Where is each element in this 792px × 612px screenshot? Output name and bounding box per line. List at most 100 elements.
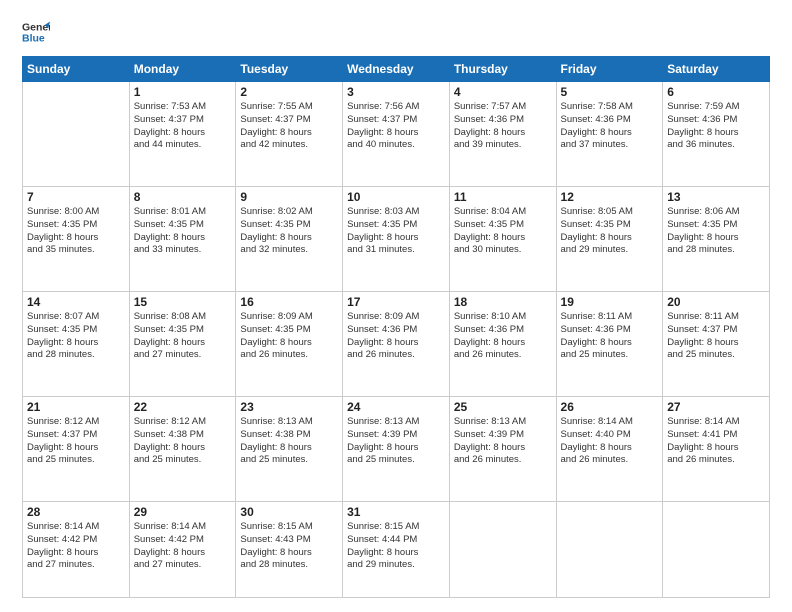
day-number: 10 bbox=[347, 190, 445, 204]
cell-info: Sunrise: 7:56 AM Sunset: 4:37 PM Dayligh… bbox=[347, 101, 445, 152]
calendar-header-wednesday: Wednesday bbox=[343, 57, 450, 82]
cell-info: Sunrise: 8:14 AM Sunset: 4:42 PM Dayligh… bbox=[27, 521, 125, 572]
day-number: 20 bbox=[667, 295, 765, 309]
calendar-cell: 9 Sunrise: 8:02 AM Sunset: 4:35 PM Daylig… bbox=[236, 186, 343, 291]
day-number: 8 bbox=[134, 190, 232, 204]
day-number: 27 bbox=[667, 400, 765, 414]
svg-text:General: General bbox=[22, 21, 50, 33]
cell-info: Sunrise: 8:02 AM Sunset: 4:35 PM Dayligh… bbox=[240, 206, 338, 257]
day-number: 22 bbox=[134, 400, 232, 414]
day-number: 21 bbox=[27, 400, 125, 414]
calendar-header-thursday: Thursday bbox=[449, 57, 556, 82]
calendar-header-row: SundayMondayTuesdayWednesdayThursdayFrid… bbox=[23, 57, 770, 82]
day-number: 17 bbox=[347, 295, 445, 309]
day-number: 3 bbox=[347, 85, 445, 99]
calendar-cell: 17Sunrise: 8:09 AM Sunset: 4:36 PM Dayli… bbox=[343, 291, 450, 396]
calendar-cell: 18 Sunrise: 8:10 AM Sunset: 4:36 PM Dayli… bbox=[449, 291, 556, 396]
day-number: 15 bbox=[134, 295, 232, 309]
calendar-header-saturday: Saturday bbox=[663, 57, 770, 82]
cell-info: Sunrise: 8:04 AM Sunset: 4:35 PM Dayligh… bbox=[454, 206, 552, 257]
calendar-cell: 31 Sunrise: 8:15 AM Sunset: 4:44 PM Dayli… bbox=[343, 501, 450, 597]
day-number: 24 bbox=[347, 400, 445, 414]
day-number: 31 bbox=[347, 505, 445, 519]
calendar-cell: 1Sunrise: 7:53 AM Sunset: 4:37 PM Daylig… bbox=[129, 82, 236, 187]
day-number: 12 bbox=[561, 190, 659, 204]
calendar-cell: 25 Sunrise: 8:13 AM Sunset: 4:39 PM Dayli… bbox=[449, 396, 556, 501]
cell-info: Sunrise: 8:05 AM Sunset: 4:35 PM Dayligh… bbox=[561, 206, 659, 257]
calendar-cell: 19Sunrise: 8:11 AM Sunset: 4:36 PM Dayli… bbox=[556, 291, 663, 396]
cell-info: Sunrise: 8:14 AM Sunset: 4:40 PM Dayligh… bbox=[561, 416, 659, 467]
day-number: 19 bbox=[561, 295, 659, 309]
calendar-cell: 21 Sunrise: 8:12 AM Sunset: 4:37 PM Dayli… bbox=[23, 396, 130, 501]
day-number: 9 bbox=[240, 190, 338, 204]
calendar-cell: 5 Sunrise: 7:58 AM Sunset: 4:36 PM Daylig… bbox=[556, 82, 663, 187]
calendar-cell: 3 Sunrise: 7:56 AM Sunset: 4:37 PM Daylig… bbox=[343, 82, 450, 187]
cell-info: Sunrise: 8:01 AM Sunset: 4:35 PM Dayligh… bbox=[134, 206, 232, 257]
logo: General Blue bbox=[22, 18, 50, 46]
cell-info: Sunrise: 8:13 AM Sunset: 4:39 PM Dayligh… bbox=[454, 416, 552, 467]
cell-info: Sunrise: 8:08 AM Sunset: 4:35 PM Dayligh… bbox=[134, 311, 232, 362]
header: General Blue bbox=[22, 18, 770, 46]
calendar-cell: 13 Sunrise: 8:06 AM Sunset: 4:35 PM Dayli… bbox=[663, 186, 770, 291]
calendar-cell: 12 Sunrise: 8:05 AM Sunset: 4:35 PM Dayli… bbox=[556, 186, 663, 291]
calendar-cell: 4 Sunrise: 7:57 AM Sunset: 4:36 PM Daylig… bbox=[449, 82, 556, 187]
calendar-cell: 8 Sunrise: 8:01 AM Sunset: 4:35 PM Daylig… bbox=[129, 186, 236, 291]
calendar-cell bbox=[23, 82, 130, 187]
day-number: 7 bbox=[27, 190, 125, 204]
calendar-cell: 23 Sunrise: 8:13 AM Sunset: 4:38 PM Dayli… bbox=[236, 396, 343, 501]
calendar-week-2: 7 Sunrise: 8:00 AM Sunset: 4:35 PM Daylig… bbox=[23, 186, 770, 291]
day-number: 11 bbox=[454, 190, 552, 204]
calendar-cell: 14Sunrise: 8:07 AM Sunset: 4:35 PM Dayli… bbox=[23, 291, 130, 396]
day-number: 16 bbox=[240, 295, 338, 309]
day-number: 13 bbox=[667, 190, 765, 204]
cell-info: Sunrise: 8:12 AM Sunset: 4:37 PM Dayligh… bbox=[27, 416, 125, 467]
calendar-cell: 24 Sunrise: 8:13 AM Sunset: 4:39 PM Dayli… bbox=[343, 396, 450, 501]
calendar-cell bbox=[556, 501, 663, 597]
day-number: 4 bbox=[454, 85, 552, 99]
day-number: 30 bbox=[240, 505, 338, 519]
calendar-header-friday: Friday bbox=[556, 57, 663, 82]
calendar-cell: 6 Sunrise: 7:59 AM Sunset: 4:36 PM Daylig… bbox=[663, 82, 770, 187]
calendar-cell bbox=[449, 501, 556, 597]
calendar-header-sunday: Sunday bbox=[23, 57, 130, 82]
calendar-week-5: 28 Sunrise: 8:14 AM Sunset: 4:42 PM Dayli… bbox=[23, 501, 770, 597]
cell-info: Sunrise: 8:10 AM Sunset: 4:36 PM Dayligh… bbox=[454, 311, 552, 362]
page: General Blue SundayMondayTuesdayWednesda… bbox=[0, 0, 792, 612]
day-number: 1 bbox=[134, 85, 232, 99]
cell-info: Sunrise: 7:59 AM Sunset: 4:36 PM Dayligh… bbox=[667, 101, 765, 152]
cell-info: Sunrise: 8:00 AM Sunset: 4:35 PM Dayligh… bbox=[27, 206, 125, 257]
calendar-cell: 20 Sunrise: 8:11 AM Sunset: 4:37 PM Dayli… bbox=[663, 291, 770, 396]
calendar-cell: 15 Sunrise: 8:08 AM Sunset: 4:35 PM Dayli… bbox=[129, 291, 236, 396]
cell-info: Sunrise: 7:57 AM Sunset: 4:36 PM Dayligh… bbox=[454, 101, 552, 152]
cell-info: Sunrise: 8:13 AM Sunset: 4:38 PM Dayligh… bbox=[240, 416, 338, 467]
cell-info: Sunrise: 8:13 AM Sunset: 4:39 PM Dayligh… bbox=[347, 416, 445, 467]
day-number: 23 bbox=[240, 400, 338, 414]
cell-info: Sunrise: 8:06 AM Sunset: 4:35 PM Dayligh… bbox=[667, 206, 765, 257]
calendar-body: 1Sunrise: 7:53 AM Sunset: 4:37 PM Daylig… bbox=[23, 82, 770, 598]
calendar-cell: 16Sunrise: 8:09 AM Sunset: 4:35 PM Dayli… bbox=[236, 291, 343, 396]
calendar-cell: 2Sunrise: 7:55 AM Sunset: 4:37 PM Daylig… bbox=[236, 82, 343, 187]
logo-icon: General Blue bbox=[22, 18, 50, 46]
cell-info: Sunrise: 8:15 AM Sunset: 4:44 PM Dayligh… bbox=[347, 521, 445, 572]
cell-info: Sunrise: 7:58 AM Sunset: 4:36 PM Dayligh… bbox=[561, 101, 659, 152]
day-number: 5 bbox=[561, 85, 659, 99]
calendar-week-1: 1Sunrise: 7:53 AM Sunset: 4:37 PM Daylig… bbox=[23, 82, 770, 187]
calendar-cell bbox=[663, 501, 770, 597]
day-number: 29 bbox=[134, 505, 232, 519]
day-number: 25 bbox=[454, 400, 552, 414]
cell-info: Sunrise: 8:15 AM Sunset: 4:43 PM Dayligh… bbox=[240, 521, 338, 572]
calendar: SundayMondayTuesdayWednesdayThursdayFrid… bbox=[22, 56, 770, 598]
calendar-cell: 11 Sunrise: 8:04 AM Sunset: 4:35 PM Dayli… bbox=[449, 186, 556, 291]
calendar-cell: 22Sunrise: 8:12 AM Sunset: 4:38 PM Dayli… bbox=[129, 396, 236, 501]
day-number: 18 bbox=[454, 295, 552, 309]
cell-info: Sunrise: 7:55 AM Sunset: 4:37 PM Dayligh… bbox=[240, 101, 338, 152]
calendar-header-monday: Monday bbox=[129, 57, 236, 82]
day-number: 26 bbox=[561, 400, 659, 414]
calendar-cell: 27Sunrise: 8:14 AM Sunset: 4:41 PM Dayli… bbox=[663, 396, 770, 501]
day-number: 14 bbox=[27, 295, 125, 309]
cell-info: Sunrise: 8:03 AM Sunset: 4:35 PM Dayligh… bbox=[347, 206, 445, 257]
cell-info: Sunrise: 8:11 AM Sunset: 4:37 PM Dayligh… bbox=[667, 311, 765, 362]
day-number: 6 bbox=[667, 85, 765, 99]
calendar-cell: 30 Sunrise: 8:15 AM Sunset: 4:43 PM Dayli… bbox=[236, 501, 343, 597]
day-number: 28 bbox=[27, 505, 125, 519]
